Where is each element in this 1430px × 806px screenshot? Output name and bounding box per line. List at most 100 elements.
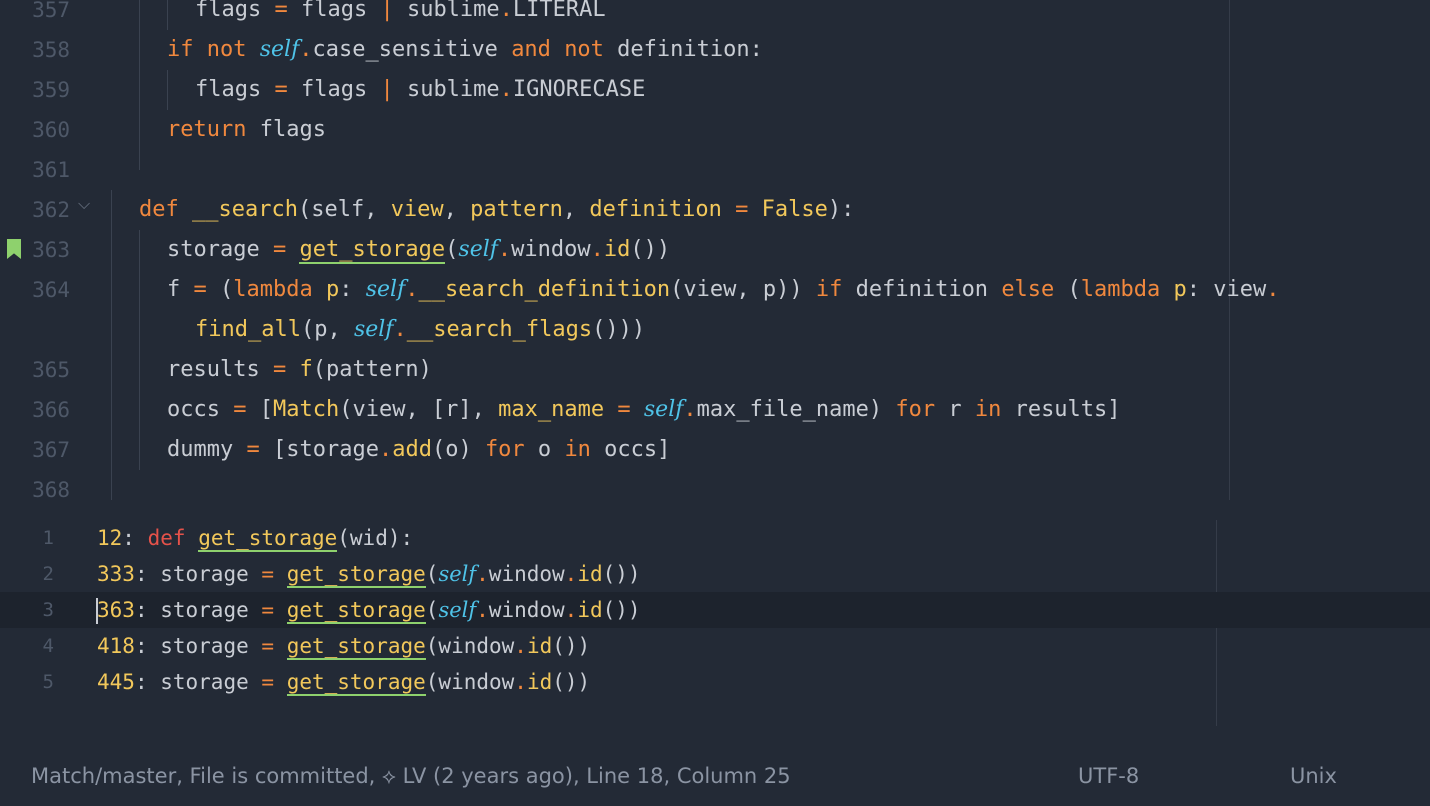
code-token: .: [514, 670, 527, 694]
code-token: =: [272, 237, 287, 262]
code-text: flags = flags | sublime.IGNORECASE: [195, 78, 645, 102]
code-token: r: [935, 397, 975, 422]
result-line-ref[interactable]: 333: [97, 562, 135, 586]
code-token: ()): [552, 634, 591, 658]
result-row[interactable]: 1 12: def get_storage(wid):: [0, 520, 1430, 556]
code-text: flags = flags | sublime.LITERAL: [195, 0, 606, 22]
result-row[interactable]: 2 333: storage = get_storage(self.window…: [0, 556, 1430, 592]
code-token: LITERAL: [512, 0, 606, 22]
code-line[interactable]: 361: [0, 150, 1430, 190]
code-token: .: [564, 598, 578, 622]
indent-guide: [111, 390, 112, 430]
code-token: ()): [602, 562, 641, 586]
code-token: for: [895, 397, 936, 422]
code-editor[interactable]: 357 flags = flags | sublime.LITERAL 358 …: [0, 0, 1430, 510]
indent-guide: [111, 430, 112, 470]
code-token: (pattern): [312, 357, 432, 382]
line-number: 365: [32, 358, 70, 382]
code-token: =: [261, 634, 275, 658]
code-line[interactable]: 360 return flags: [0, 110, 1430, 150]
code-line[interactable]: 368: [0, 470, 1430, 510]
code-token: =: [233, 397, 247, 422]
code-token: if: [167, 37, 194, 62]
status-line-endings[interactable]: Unix: [1290, 764, 1337, 788]
result-line-ref[interactable]: 363: [97, 598, 135, 622]
code-token: =: [274, 77, 288, 102]
code-token: sublime: [393, 0, 500, 22]
line-number: 359: [32, 78, 70, 102]
code-token: get_storage: [286, 670, 426, 696]
code-line[interactable]: 363 storage = get_storage(self.window.id…: [0, 230, 1430, 270]
result-row-selected[interactable]: 3 363: storage = get_storage(self.window…: [0, 592, 1430, 628]
status-vcs-info[interactable]: Match/master, File is committed, ⟡ LV (2…: [31, 764, 791, 789]
bookmark-icon[interactable]: [7, 239, 21, 259]
code-token: get_storage: [198, 526, 338, 552]
code-token: (o): [431, 437, 485, 462]
code-token: |: [380, 77, 394, 102]
code-token: ()): [552, 670, 591, 694]
code-token: case_sensitive: [312, 37, 512, 62]
indent-guide: [111, 270, 112, 310]
code-token: __search_flags: [406, 317, 593, 342]
code-token: =: [274, 0, 288, 22]
code-token: (: [425, 598, 439, 622]
indent-guide: [139, 150, 140, 170]
code-token: def: [147, 526, 186, 550]
code-token: .: [299, 37, 313, 62]
code-token: return: [167, 117, 247, 142]
code-token: results]: [1001, 397, 1121, 422]
code-line[interactable]: 367 dummy = [storage.add(o) for o in occ…: [0, 430, 1430, 470]
code-token: max_name: [498, 397, 605, 422]
code-line[interactable]: 365 results = f(pattern): [0, 350, 1430, 390]
code-line[interactable]: 358 if not self.case_sensitive and not d…: [0, 30, 1430, 70]
code-token: (: [206, 277, 234, 302]
code-token: (window: [425, 670, 515, 694]
indent-guide: [139, 270, 140, 310]
code-token: storage: [160, 670, 262, 694]
code-token: ):: [827, 197, 855, 222]
code-token: self: [259, 37, 300, 62]
result-line-ref[interactable]: 12: [97, 526, 122, 550]
code-token: results: [167, 357, 273, 382]
code-line[interactable]: 357 flags = flags | sublime.LITERAL: [0, 0, 1430, 30]
code-line[interactable]: 359 flags = flags | sublime.IGNORECASE: [0, 70, 1430, 110]
code-token: .: [497, 237, 512, 262]
find-results-panel[interactable]: 1 12: def get_storage(wid): 2 333: stora…: [0, 520, 1430, 730]
code-token: =: [617, 397, 631, 422]
code-token: view: [390, 197, 444, 222]
code-token: .: [564, 562, 578, 586]
code-token: and: [511, 37, 551, 62]
code-token: flags: [246, 117, 326, 142]
code-token: f: [299, 357, 313, 382]
code-token: =: [261, 670, 275, 694]
code-text: dummy = [storage.add(o) for o in occs]: [167, 438, 670, 462]
indent-guide: [139, 0, 140, 30]
status-encoding[interactable]: UTF-8: [1078, 764, 1139, 788]
code-token: id: [577, 562, 603, 586]
code-line[interactable]: 366 occs = [Match(view, [r], max_name = …: [0, 390, 1430, 430]
fold-chevron-icon[interactable]: ⌵: [78, 194, 90, 214]
result-text: 363: storage = get_storage(self.window.i…: [97, 598, 641, 624]
line-number: 357: [32, 0, 70, 22]
code-line-wrapped[interactable]: find_all(p, self.__search_flags())): [0, 310, 1430, 350]
result-line-ref[interactable]: 445: [97, 670, 135, 694]
result-index: 1: [42, 527, 54, 549]
code-line[interactable]: 364 f = (lambda p: self.__search_definit…: [0, 270, 1430, 310]
code-token: id: [526, 634, 553, 658]
code-text: def __search(self, view, pattern, defini…: [139, 198, 854, 222]
line-number: 367: [32, 438, 70, 462]
code-token: self: [458, 237, 498, 262]
result-line-ref[interactable]: 418: [97, 634, 135, 658]
code-line[interactable]: 362 ⌵ def __search(self, view, pattern, …: [0, 190, 1430, 230]
result-row[interactable]: 5 445: storage = get_storage(window.id()…: [0, 664, 1430, 700]
result-row[interactable]: 4 418: storage = get_storage(window.id()…: [0, 628, 1430, 664]
code-token: get_storage: [286, 562, 426, 588]
code-token: ()): [630, 237, 671, 262]
code-token: ,: [443, 197, 471, 222]
code-token: .: [514, 634, 527, 658]
line-number: 368: [32, 478, 70, 502]
code-token: __search_definition: [418, 277, 671, 302]
code-token: .: [590, 237, 604, 262]
